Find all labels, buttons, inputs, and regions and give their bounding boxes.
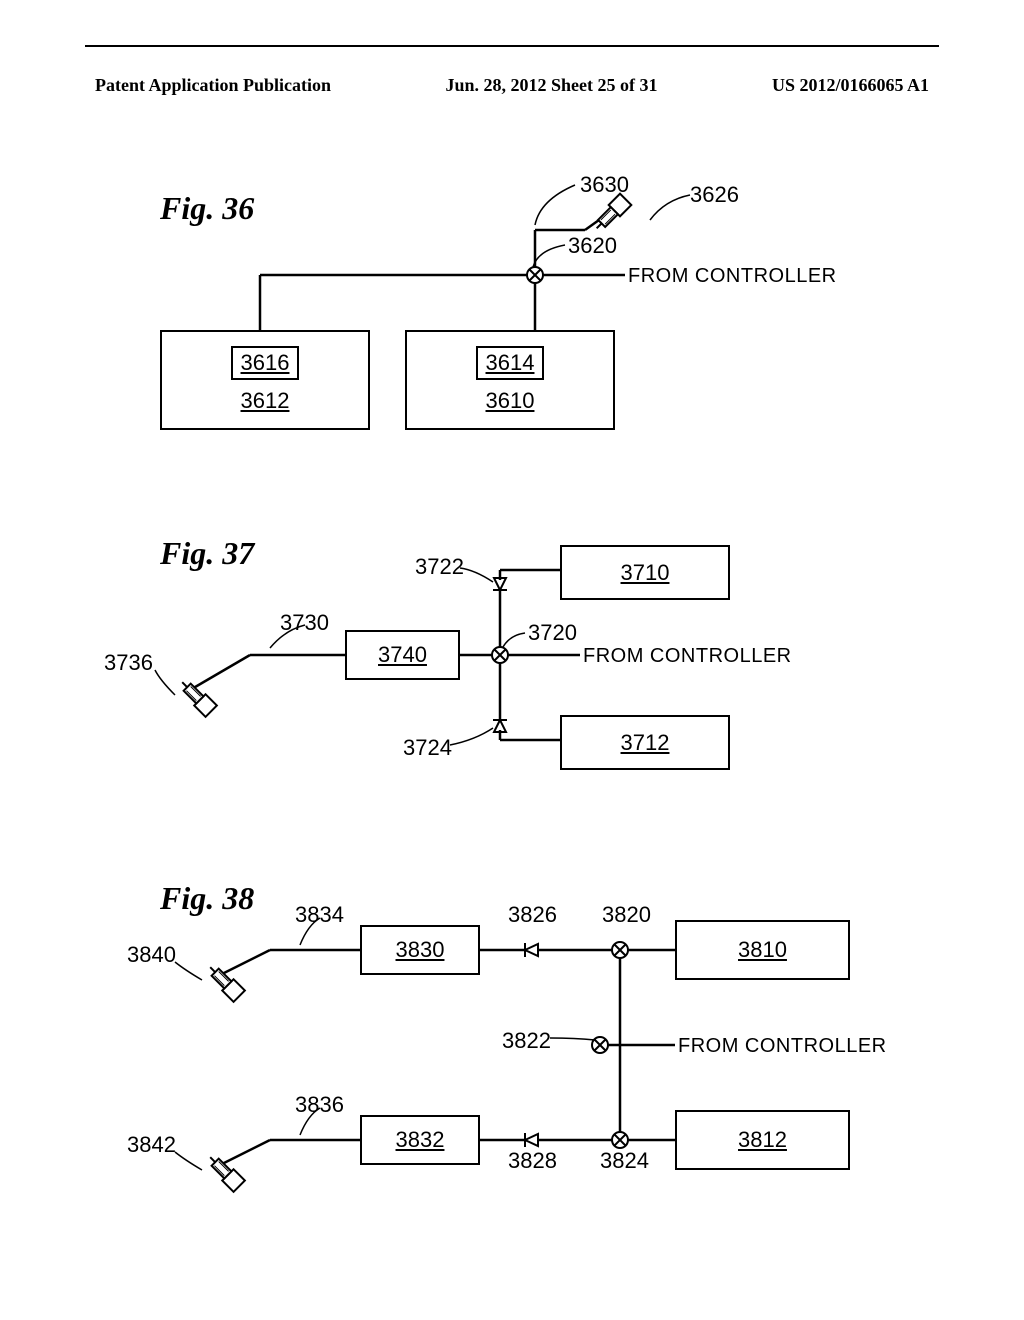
ref-3810: 3810 bbox=[738, 937, 787, 963]
ref-3710: 3710 bbox=[621, 560, 670, 586]
ref-3830: 3830 bbox=[396, 937, 445, 963]
ref-3720: 3720 bbox=[528, 620, 577, 646]
ref-3828: 3828 bbox=[508, 1148, 557, 1174]
box-3740: 3740 bbox=[345, 630, 460, 680]
box-3710: 3710 bbox=[560, 545, 730, 600]
ref-3812: 3812 bbox=[738, 1127, 787, 1153]
fig38-controller: FROM CONTROLLER bbox=[678, 1035, 887, 1058]
ref-3614: 3614 bbox=[476, 346, 545, 380]
ref-3610: 3610 bbox=[486, 388, 535, 414]
ref-3626: 3626 bbox=[690, 182, 739, 208]
header-right: US 2012/0166065 A1 bbox=[772, 75, 929, 96]
ref-3820: 3820 bbox=[602, 902, 651, 928]
ref-3832: 3832 bbox=[396, 1127, 445, 1153]
figure-38: Fig. 38 bbox=[130, 870, 920, 1220]
fig37-controller: FROM CONTROLLER bbox=[583, 645, 792, 668]
ref-3724: 3724 bbox=[403, 735, 452, 761]
ref-3826: 3826 bbox=[508, 902, 557, 928]
ref-3836: 3836 bbox=[295, 1092, 344, 1118]
box-3832: 3832 bbox=[360, 1115, 480, 1165]
ref-3712: 3712 bbox=[621, 730, 670, 756]
ref-3612: 3612 bbox=[241, 388, 290, 414]
ref-3740: 3740 bbox=[378, 642, 427, 668]
ref-3822: 3822 bbox=[502, 1028, 551, 1054]
fig36-controller: FROM CONTROLLER bbox=[628, 265, 837, 288]
header-center: Jun. 28, 2012 Sheet 25 of 31 bbox=[445, 75, 657, 96]
page-header: Patent Application Publication Jun. 28, … bbox=[95, 75, 929, 96]
box-3612: 3616 3612 bbox=[160, 330, 370, 430]
box-3810: 3810 bbox=[675, 920, 850, 980]
ref-3834: 3834 bbox=[295, 902, 344, 928]
figure-36: Fig. 36 3616 3612 bbox=[130, 170, 890, 450]
ref-3842: 3842 bbox=[127, 1132, 176, 1158]
box-3812: 3812 bbox=[675, 1110, 850, 1170]
ref-3616: 3616 bbox=[231, 346, 300, 380]
ref-3736: 3736 bbox=[104, 650, 153, 676]
ref-3840: 3840 bbox=[127, 942, 176, 968]
ref-3630: 3630 bbox=[580, 172, 629, 198]
ref-3824: 3824 bbox=[600, 1148, 649, 1174]
figure-37: Fig. 37 bbox=[130, 520, 890, 800]
box-3610: 3614 3610 bbox=[405, 330, 615, 430]
header-left: Patent Application Publication bbox=[95, 75, 331, 96]
ref-3620: 3620 bbox=[568, 233, 617, 259]
ref-3722: 3722 bbox=[415, 554, 464, 580]
ref-3730: 3730 bbox=[280, 610, 329, 636]
box-3830: 3830 bbox=[360, 925, 480, 975]
box-3712: 3712 bbox=[560, 715, 730, 770]
